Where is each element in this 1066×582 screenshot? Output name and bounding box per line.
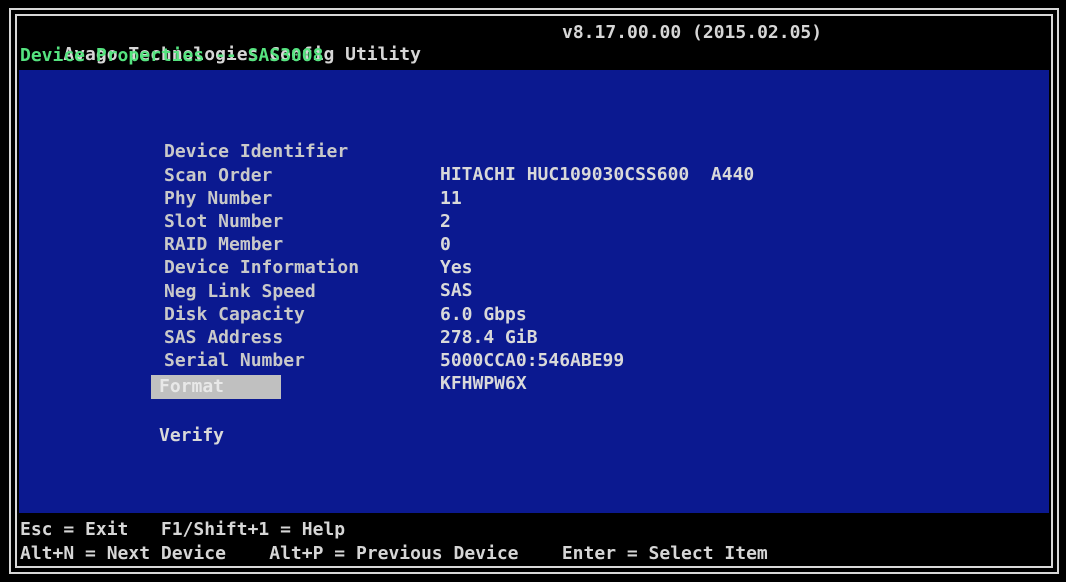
property-label: Serial Number xyxy=(164,350,305,371)
property-row-neg-link-speed: Neg Link Speed 6.0 Gbps xyxy=(164,257,527,325)
app-title: Avago Technologies Config Utility xyxy=(20,22,421,65)
property-row-raid-member: RAID Member Yes xyxy=(164,210,473,278)
property-row-scan-order: Scan Order 11 xyxy=(164,141,462,209)
screen-title: Device Properties -- SAS3008 xyxy=(20,45,324,66)
property-value: 278.4 GiB xyxy=(440,327,538,348)
property-row-device-information: Device Information SAS xyxy=(164,233,473,301)
property-row-phy-number: Phy Number 2 xyxy=(164,164,451,232)
property-value: 11 xyxy=(440,188,462,209)
property-row-device-identifier: Device Identifier HITACHI HUC109030CSS60… xyxy=(164,117,754,185)
property-value: 0 xyxy=(440,234,451,255)
verify-button[interactable]: Verify xyxy=(151,424,232,448)
property-value: 5000CCA0:546ABE99 xyxy=(440,350,625,371)
property-value: Yes xyxy=(440,257,473,278)
property-row-disk-capacity: Disk Capacity 278.4 GiB xyxy=(164,280,538,348)
property-value: 2 xyxy=(440,211,451,232)
property-row-serial-number: Serial Number KFHWPW6X xyxy=(164,326,527,394)
bios-screen: Avago Technologies Config Utility v8.17.… xyxy=(0,0,1066,582)
property-value: KFHWPW6X xyxy=(440,373,527,394)
version-label: v8.17.00.00 (2015.02.05) xyxy=(562,22,823,43)
property-row-slot-number: Slot Number 0 xyxy=(164,187,451,255)
help-line-1: Esc = Exit F1/Shift+1 = Help xyxy=(20,519,346,540)
device-properties-panel: Device Identifier HITACHI HUC109030CSS60… xyxy=(19,70,1049,513)
property-row-sas-address: SAS Address 5000CCA0:546ABE99 xyxy=(164,303,624,371)
format-button[interactable]: Format xyxy=(151,375,281,399)
help-line-2: Alt+N = Next Device Alt+P = Previous Dev… xyxy=(20,543,768,564)
property-value: SAS xyxy=(440,280,473,301)
property-value: 6.0 Gbps xyxy=(440,304,527,325)
property-value: HITACHI HUC109030CSS600 A440 xyxy=(440,164,755,185)
